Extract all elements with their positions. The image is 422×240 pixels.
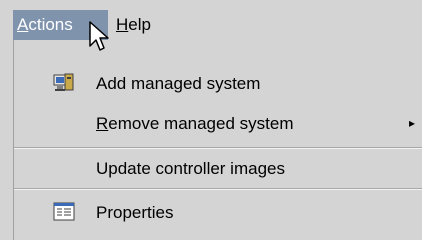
remove-mnemonic: R xyxy=(96,114,109,133)
mouse-pointer-icon xyxy=(89,21,109,51)
menu-actions-label: ctions xyxy=(28,15,73,34)
remove-label-rest: emove managed system xyxy=(108,114,294,133)
menu-help-mnemonic: H xyxy=(116,15,129,34)
menu-help[interactable]: Help xyxy=(112,10,155,40)
menu-help-label: elp xyxy=(128,15,151,34)
menu-item-label: Add managed system xyxy=(96,74,261,93)
menu-separator xyxy=(14,147,422,149)
menu-item-label: Update controller images xyxy=(96,159,285,178)
menu-item-properties[interactable]: Properties xyxy=(14,194,422,231)
menu-item-update-controller-images[interactable]: Update controller images xyxy=(14,150,422,187)
menu-item-remove-managed-system[interactable]: Remove managed system ▸ xyxy=(14,105,422,142)
managed-system-icon xyxy=(53,73,74,91)
menu-item-label: Remove managed system xyxy=(96,105,293,142)
menu-bar: Actions Help xyxy=(0,0,422,40)
menu-actions-mnemonic: A xyxy=(17,15,29,34)
actions-dropdown-menu: Add managed system Remove managed system… xyxy=(13,40,422,240)
properties-icon xyxy=(53,202,75,221)
menu-item-add-managed-system[interactable]: Add managed system xyxy=(14,65,422,102)
submenu-arrow-icon: ▸ xyxy=(409,116,416,130)
menu-separator xyxy=(14,188,422,190)
menu-item-label: Properties xyxy=(96,203,174,222)
